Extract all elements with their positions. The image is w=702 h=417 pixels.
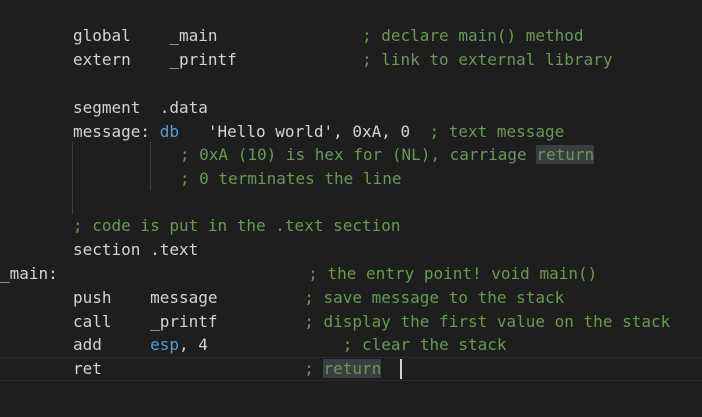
code-token: extern: [73, 50, 131, 69]
code-line-12[interactable]: push message ; save message to the stack: [73, 286, 564, 310]
code-token: esp: [150, 335, 179, 354]
code-line-6[interactable]: ; 0xA (10) is hex for (NL), carriage ret…: [151, 143, 595, 167]
code-token: ; save message to the stack: [217, 288, 565, 307]
code-token: ; code is put in the .text section: [73, 216, 401, 235]
code-token: _main:: [0, 264, 58, 283]
code-token: ; display the first value on the stack: [217, 312, 671, 331]
code-token: db: [159, 122, 179, 141]
indent-guide: [72, 142, 73, 214]
code-line-9[interactable]: ; code is put in the .text section: [73, 214, 401, 238]
code-token: 'Hello world',: [178, 122, 353, 141]
code-line-13[interactable]: call _printf ; display the first value o…: [73, 310, 670, 334]
code-token: ,: [381, 122, 401, 141]
code-token: ; clear the stack: [207, 335, 507, 354]
code-token: message:: [73, 122, 160, 141]
code-line-10[interactable]: section .text: [73, 238, 198, 262]
code-line-5[interactable]: message: db 'Hello world', 0xA, 0 ; text…: [73, 120, 564, 144]
code-token: _main: [130, 26, 218, 45]
code-token: call: [73, 312, 112, 331]
code-line-4[interactable]: segment .data: [73, 96, 208, 120]
code-token: ret: [73, 359, 102, 378]
code-line-11[interactable]: _main: ; the entry point! void main(): [0, 262, 597, 286]
code-token: , 4: [178, 335, 208, 354]
code-editor[interactable]: global _main ; declare main() method exte…: [0, 0, 702, 417]
text-cursor: [400, 359, 402, 379]
code-line-14[interactable]: add esp, 4 ; clear the stack: [73, 333, 507, 357]
code-token: _printf: [111, 312, 218, 331]
code-token: 0: [400, 122, 411, 141]
code-token: ;: [101, 359, 324, 378]
code-token: section .text: [73, 240, 199, 259]
code-token: 0xA: [352, 122, 382, 141]
code-token: add: [73, 335, 102, 354]
code-token: ; text message: [410, 122, 565, 141]
code-token: global: [73, 26, 131, 45]
code-token: ; the entry point! void main(): [57, 264, 598, 283]
code-token: ; declare main() method: [217, 26, 584, 45]
code-token: ; link to external library: [236, 50, 613, 69]
code-token: ; 0 terminates the line: [151, 169, 402, 188]
highlighted-word: return: [536, 145, 595, 164]
code-line-2[interactable]: extern _printf ; link to external librar…: [73, 48, 612, 72]
code-token: _printf: [130, 50, 237, 69]
code-token: ; 0xA (10) is hex for (NL), carriage: [151, 145, 537, 164]
code-token: segment .data: [73, 98, 208, 117]
code-line-7[interactable]: ; 0 terminates the line: [151, 167, 402, 191]
code-token: message: [111, 288, 218, 307]
highlighted-word: return: [323, 359, 382, 378]
code-token: push: [73, 288, 112, 307]
code-line-15[interactable]: ret ; return: [73, 357, 382, 381]
code-line-1[interactable]: global _main ; declare main() method: [73, 24, 584, 48]
